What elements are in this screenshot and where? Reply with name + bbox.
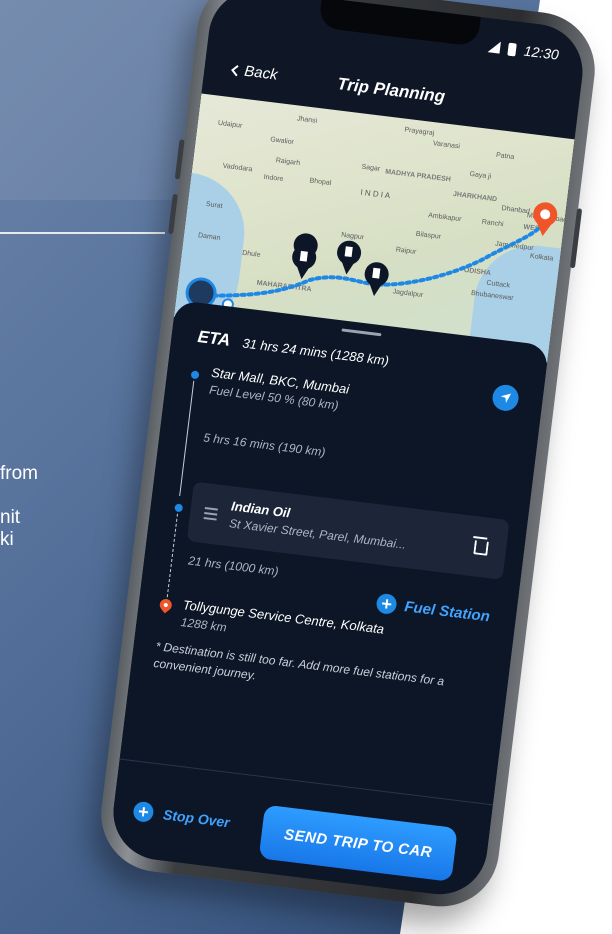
footer-divider [119, 758, 493, 806]
add-fuel-station-button[interactable]: + Fuel Station [375, 592, 491, 627]
eta-label: ETA [196, 326, 232, 350]
leg-duration: 21 hrs (1000 km) [187, 553, 280, 579]
stop-over-button[interactable]: + Stop Over [132, 800, 231, 833]
background-text: from [0, 463, 38, 484]
route-connector [179, 380, 195, 496]
navigation-arrow-icon [500, 393, 512, 403]
fuel-station-marker[interactable] [362, 261, 390, 298]
destination-distance: 1288 km [179, 615, 228, 635]
background-text: ki [0, 529, 14, 550]
fuel-station-marker[interactable] [334, 239, 362, 276]
drag-handle-icon[interactable] [203, 507, 218, 523]
trash-icon[interactable] [473, 540, 489, 556]
sheet-drag-handle[interactable] [341, 328, 382, 337]
background-divider [0, 232, 165, 234]
navigate-button[interactable] [491, 383, 521, 413]
status-time: 12:30 [522, 42, 560, 63]
battery-icon [507, 42, 517, 57]
trip-details-sheet: ETA 31 hrs 24 mins (1288 km) Star Mall, … [108, 299, 550, 900]
background-text: nit [0, 507, 21, 528]
origin-dot [190, 370, 200, 380]
destination-pin-icon [157, 596, 175, 614]
stop-address: St Xavier Street, Parel, Mumbai... [228, 516, 407, 552]
status-bar: 12:30 [487, 38, 560, 63]
add-fuel-station-label: Fuel Station [403, 597, 491, 626]
plus-icon: + [375, 592, 398, 616]
signal-icon [487, 40, 501, 54]
fuel-station-marker[interactable] [290, 232, 319, 281]
plus-icon: + [132, 800, 155, 823]
leg-duration: 5 hrs 16 mins (190 km) [202, 430, 327, 460]
stop-dot [174, 503, 184, 513]
send-trip-button[interactable]: SEND TRIP TO CAR [258, 804, 458, 882]
stop-over-label: Stop Over [162, 806, 231, 831]
route-connector-dashed [166, 513, 178, 598]
eta-value: 31 hrs 24 mins (1288 km) [241, 335, 390, 369]
distance-warning: * Destination is still too far. Add more… [152, 639, 445, 689]
